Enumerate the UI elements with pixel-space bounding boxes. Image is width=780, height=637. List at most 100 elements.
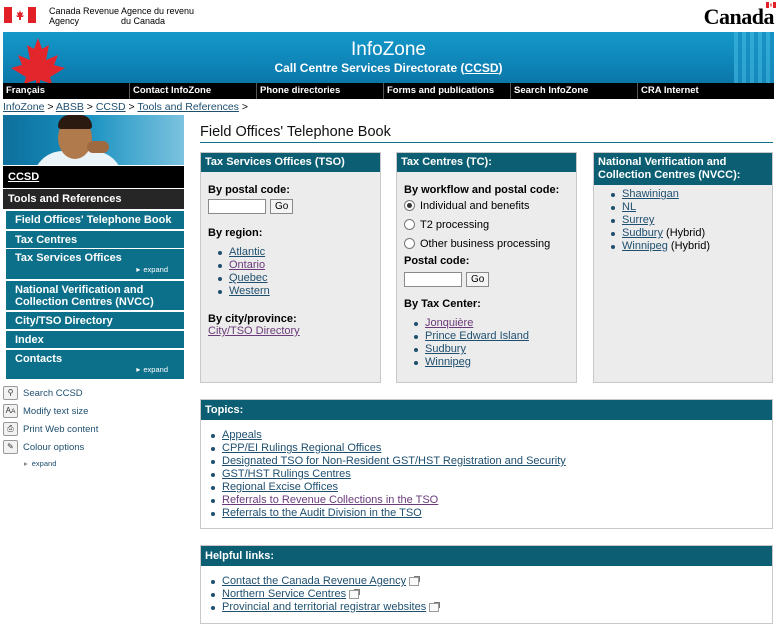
list-item: Referrals to the Audit Division in the T… [201,507,772,520]
banner-ccsd-link[interactable]: CCSD [465,61,499,75]
tso-panel: Tax Services Offices (TSO) By postal cod… [200,152,381,383]
region-western-link[interactable]: Western [229,285,270,297]
breadcrumb-infozone[interactable]: InfoZone [3,101,44,113]
tc-postal-input[interactable] [404,272,462,287]
list-item: Northern Service Centres [201,588,772,601]
nav-phone-directories[interactable]: Phone directories [257,83,384,99]
radio-other-business[interactable]: Other business processing [404,234,569,253]
sidebar-item-label: Field Offices' Telephone Book [15,214,172,226]
list-item: Winnipeg [404,356,569,369]
center-winnipeg-link[interactable]: Winnipeg [425,356,471,368]
tool-search-ccsd[interactable]: ⚲ Search CCSD [3,386,83,400]
center-pei-link[interactable]: Prince Edward Island [425,330,529,342]
radio-button[interactable] [404,200,415,211]
list-item: Winnipeg (Hybrid) [601,240,765,253]
external-link-icon [429,601,441,612]
wordmark-flag-icon [766,2,776,8]
list-item: Designated TSO for Non-Resident GST/HST … [201,455,772,468]
list-item: Prince Edward Island [404,330,569,343]
topic-appeals-link[interactable]: Appeals [222,429,262,441]
nvcc-shawinigan-link[interactable]: Shawinigan [622,188,679,200]
breadcrumb-absb[interactable]: ABSB [56,101,84,113]
tc-center-list: Jonquière Prince Edward Island Sudbury W… [404,317,569,369]
sidebar-tools-header: Tools and References [3,189,184,209]
canada-wordmark-text: Canada [703,4,775,29]
region-ontario-link[interactable]: Ontario [229,259,265,271]
sidebar-item-contacts[interactable]: Contacts expand [3,350,184,379]
radio-button[interactable] [404,219,415,230]
nvcc-nl-link[interactable]: NL [622,201,636,213]
text-size-icon: AA [3,404,18,418]
helpful-northern-centres-link[interactable]: Northern Service Centres [222,588,346,600]
radio-label: Individual and benefits [420,199,530,212]
sidebar-ccsd-link[interactable]: CCSD [8,171,39,183]
nav-forms-publications[interactable]: Forms and publications [384,83,511,99]
tool-print-web-content[interactable]: ⎙ Print Web content [3,422,98,436]
sidebar-item-tax-centres[interactable]: Tax Centres [3,231,184,248]
nav-search-infozone[interactable]: Search InfoZone [511,83,638,99]
infozone-banner: InfoZone Call Centre Services Directorat… [3,32,774,84]
external-link-icon [349,588,361,599]
list-item: Surrey [601,214,765,227]
list-item: GST/HST Rulings Centres [201,468,772,481]
department-name-english: Canada Revenue Agency [49,6,120,26]
region-atlantic-link[interactable]: Atlantic [229,246,265,258]
topic-gst-hst-rulings-link[interactable]: GST/HST Rulings Centres [222,468,351,480]
sidebar-expand-link[interactable]: expand [136,364,168,376]
list-item: Regional Excise Offices [201,481,772,494]
tc-center-label: By Tax Center: [404,298,481,310]
radio-button[interactable] [404,238,415,249]
title-divider [200,142,773,143]
tc-go-button[interactable]: Go [466,272,490,287]
sidebar-item-city-tso-directory[interactable]: City/TSO Directory [3,312,184,329]
nvcc-list: Shawinigan NL Surrey Sudbury (Hybrid) Wi… [601,188,765,253]
breadcrumb-ccsd[interactable]: CCSD [96,101,126,113]
nvcc-panel: National Verification and Collection Cen… [593,152,773,383]
helpful-links-header: Helpful links: [201,546,772,566]
banner-photo [3,115,184,165]
nav-contact-infozone[interactable]: Contact InfoZone [130,83,257,99]
banner-title: InfoZone [351,39,426,60]
list-item: Jonquière [404,317,569,330]
radio-individual-benefits[interactable]: Individual and benefits [404,196,569,215]
tools-expand-link[interactable]: expand [24,459,57,468]
nav-cra-internet[interactable]: CRA Internet [638,83,774,99]
list-item: Western [208,285,373,298]
nvcc-winnipeg-link[interactable]: Winnipeg [622,240,668,252]
helpful-registrar-websites-link[interactable]: Provincial and territorial registrar web… [222,601,426,613]
nvcc-panel-header: National Verification and Collection Cen… [594,153,772,185]
topics-list: Appeals CPP/EI Rulings Regional Offices … [201,429,772,520]
radio-t2-processing[interactable]: T2 processing [404,215,569,234]
tso-go-button[interactable]: Go [270,199,294,214]
topic-cpp-ei-link[interactable]: CPP/EI Rulings Regional Offices [222,442,381,454]
tc-workflow-label: By workflow and postal code: [404,184,560,196]
tax-centres-panel-header: Tax Centres (TC): [397,153,576,172]
helpful-contact-cra-link[interactable]: Contact the Canada Revenue Agency [222,575,406,587]
breadcrumb-tools[interactable]: Tools and References [137,101,239,113]
city-tso-directory-link[interactable]: City/TSO Directory [208,325,373,338]
photo-hand [87,141,109,153]
center-sudbury-link[interactable]: Sudbury [425,343,466,355]
region-quebec-link[interactable]: Quebec [229,272,268,284]
sidebar-item-telephone-book[interactable]: Field Offices' Telephone Book [3,211,184,229]
topic-revenue-collections-link[interactable]: Referrals to Revenue Collections in the … [222,494,438,506]
nvcc-sudbury-link[interactable]: Sudbury [622,227,663,239]
topic-audit-division-link[interactable]: Referrals to the Audit Division in the T… [222,507,422,519]
helpful-links-list: Contact the Canada Revenue Agency Northe… [201,575,772,614]
tool-label: Search CCSD [23,387,83,399]
sidebar-item-tax-services-offices[interactable]: Tax Services Offices expand [3,249,184,279]
tool-modify-text-size[interactable]: AA Modify text size [3,404,88,418]
list-item: Ontario [208,259,373,272]
sidebar-item-nvcc[interactable]: National Verification and Collection Cen… [3,281,184,310]
center-jonquiere-link[interactable]: Jonquière [425,317,473,329]
nav-francais[interactable]: Français [3,83,130,99]
tool-colour-options[interactable]: ✎ Colour options [3,440,84,454]
nvcc-surrey-link[interactable]: Surrey [622,214,654,226]
sidebar-expand-link[interactable]: expand [136,264,168,276]
sidebar-item-index[interactable]: Index [3,331,184,348]
tso-postal-input[interactable] [208,199,266,214]
topic-regional-excise-link[interactable]: Regional Excise Offices [222,481,338,493]
tso-panel-header: Tax Services Offices (TSO) [201,153,380,172]
page-title: Field Offices' Telephone Book [200,124,391,140]
topic-designated-tso-link[interactable]: Designated TSO for Non-Resident GST/HST … [222,455,566,467]
